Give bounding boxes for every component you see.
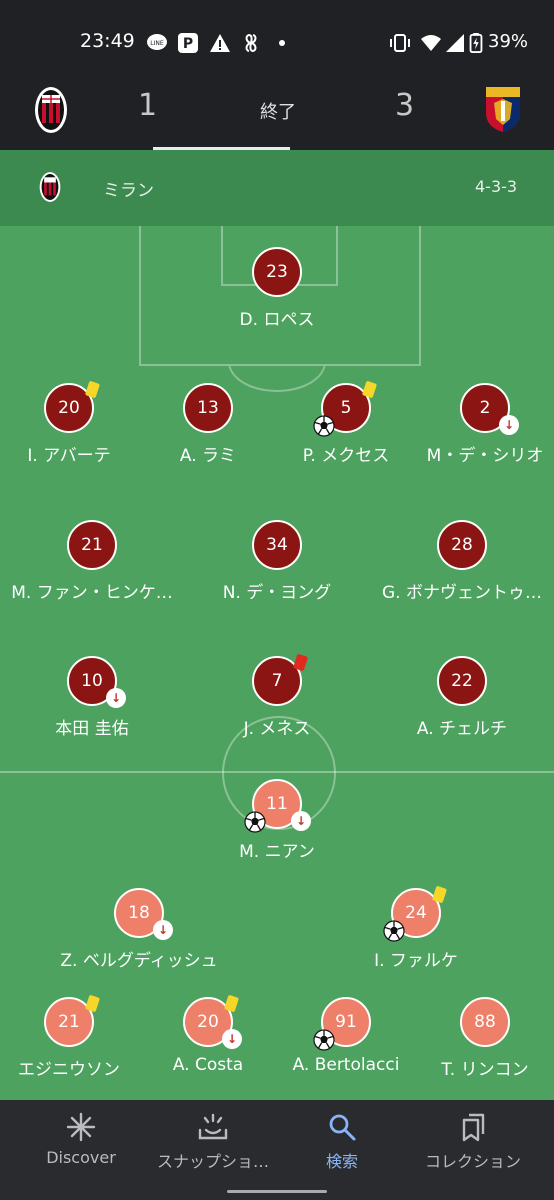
player-number: 22	[437, 656, 487, 706]
goal-ball-icon	[313, 1029, 335, 1051]
goal-ball-icon	[244, 811, 266, 833]
battery-charging-icon	[469, 33, 483, 53]
team-header-bar: ミラン 4-3-3	[0, 150, 554, 226]
player-number: 23	[252, 247, 302, 297]
away-score: 3	[395, 88, 415, 123]
cellular-signal-icon	[446, 34, 464, 52]
substituted-off-icon: ↓	[106, 688, 126, 708]
vibrate-icon	[390, 34, 410, 52]
asterisk-icon	[66, 1112, 96, 1142]
player-number: 21	[67, 520, 117, 570]
team-crest-icon	[39, 172, 61, 202]
search-icon	[329, 1114, 356, 1141]
line-app-icon: LINE	[147, 34, 167, 50]
player-number: 28	[437, 520, 487, 570]
player-name: I. ファルケ	[374, 951, 458, 971]
home-score: 1	[138, 88, 158, 123]
player-number: 88	[460, 997, 510, 1047]
substituted-off-icon: ↓	[153, 920, 173, 940]
nav-search[interactable]: 検索	[273, 1100, 411, 1200]
collections-icon	[462, 1113, 485, 1142]
status-time: 23:49	[80, 30, 135, 52]
paypay-badge-text: P	[183, 36, 193, 52]
substituted-off-icon: ↓	[222, 1029, 242, 1049]
player-name: D. ロペス	[239, 310, 315, 330]
player-name: G. ボナヴェントゥ…	[382, 583, 542, 603]
substituted-off-icon: ↓	[291, 811, 311, 831]
alert-icon	[210, 34, 230, 52]
goal-ball-icon	[383, 920, 405, 942]
nav-collections[interactable]: コレクション	[404, 1100, 542, 1200]
player-name: M. ニアン	[239, 842, 315, 862]
player-name: A. チェルチ	[416, 719, 508, 739]
more-dot-icon	[279, 40, 285, 46]
status-bar: 23:49 LINE P 39%	[0, 0, 554, 80]
line-badge-text: LINE	[150, 40, 164, 47]
substituted-off-icon: ↓	[499, 415, 519, 435]
wifi-icon	[421, 35, 441, 51]
home-indicator	[227, 1190, 327, 1193]
paypay-icon: P	[178, 33, 198, 53]
player-number: 34	[252, 520, 302, 570]
snapshot-icon	[198, 1113, 228, 1140]
player-number: 13	[183, 383, 233, 433]
team-name: ミラン	[103, 181, 154, 201]
nav-label: Discover	[46, 1148, 116, 1167]
nav-discover[interactable]: Discover	[12, 1100, 150, 1200]
goal-ball-icon	[313, 415, 335, 437]
nav-label: コレクション	[424, 1152, 521, 1171]
player-name: M・デ・シリオ	[426, 446, 544, 466]
nav-snapshot[interactable]: スナップショ…	[144, 1100, 282, 1200]
bottom-navigation: Discover スナップショ… 検索 コレクション	[0, 1100, 554, 1200]
nav-label: スナップショ…	[156, 1152, 269, 1171]
pinwheel-icon	[245, 33, 257, 53]
genoa-crest-icon[interactable]	[484, 85, 522, 133]
player-name: Z. ベルグディッシュ	[60, 951, 218, 971]
nav-label: 検索	[325, 1152, 358, 1171]
team-formation: 4-3-3	[475, 177, 518, 196]
match-status: 終了	[260, 102, 296, 123]
battery-percentage: 39%	[488, 31, 529, 52]
match-score-header: 1 終了 3	[0, 80, 554, 150]
player-name: T. リンコン	[441, 1060, 529, 1080]
ac-milan-crest-icon[interactable]	[34, 85, 68, 135]
